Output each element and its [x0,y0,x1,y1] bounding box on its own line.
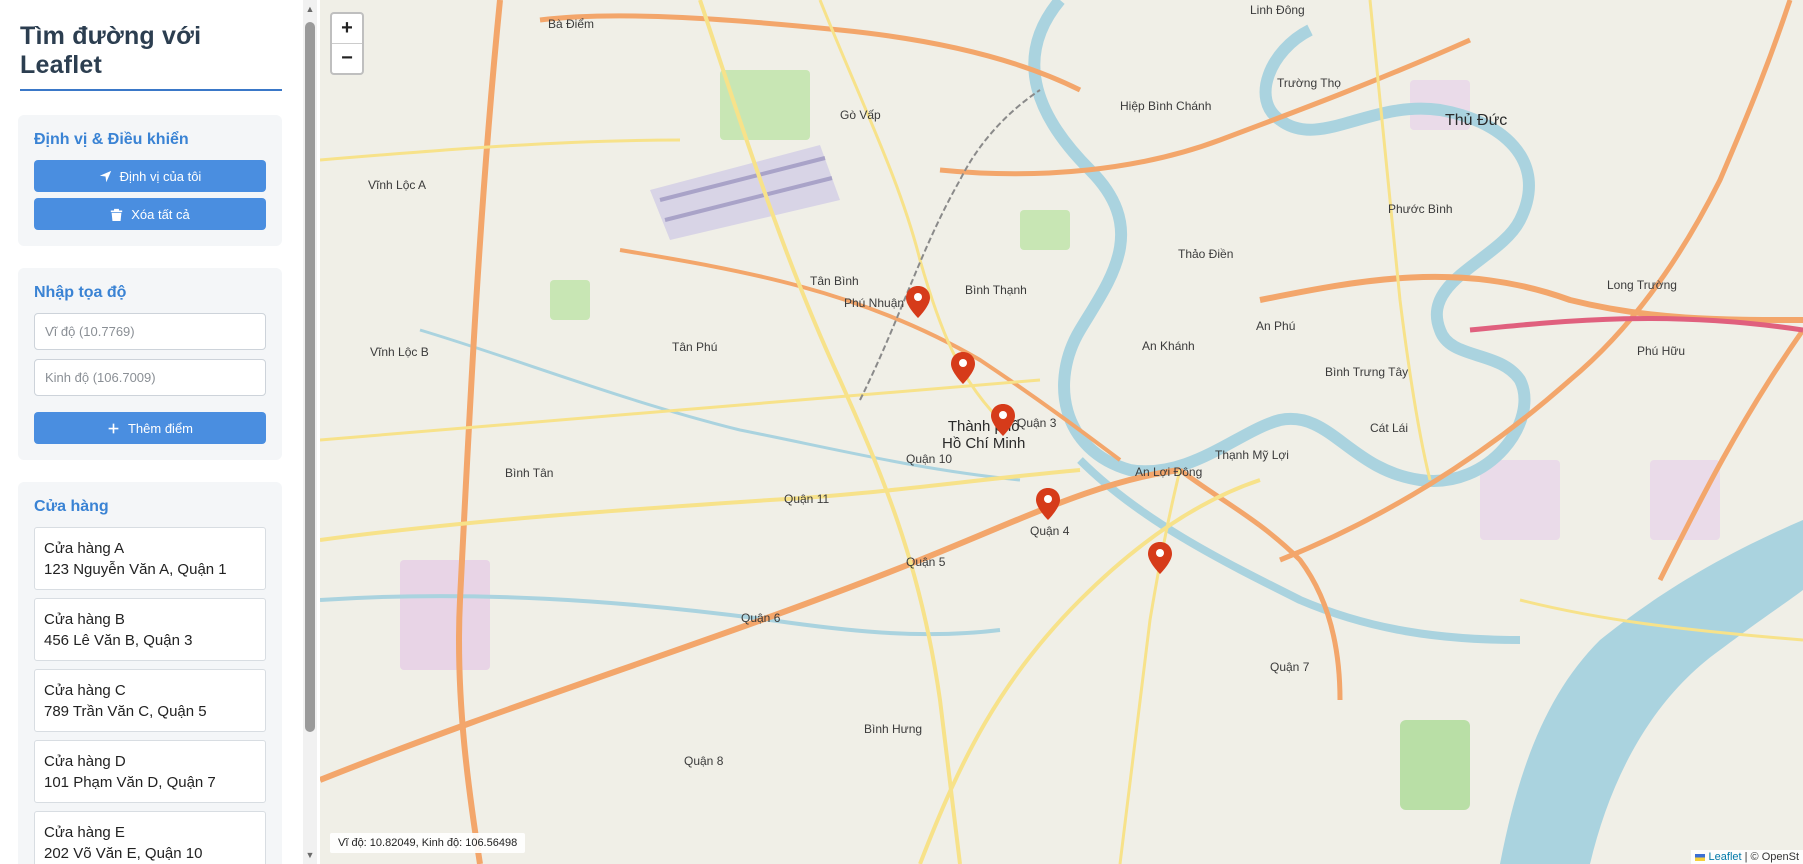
store-item[interactable]: Cửa hàng D 101 Phạm Văn D, Quận 7 [34,740,266,803]
store-name: Cửa hàng D [44,753,126,770]
store-name: Cửa hàng C [44,682,126,699]
add-point-button[interactable]: Thêm điểm [34,412,266,444]
coords-panel: Nhập tọa độ Thêm điểm [18,268,282,460]
map-tiles[interactable] [320,0,1803,864]
label-tan-phu: Tân Phú [672,340,718,354]
label-thu-duc: Thủ Đức [1445,112,1508,129]
map-container[interactable]: Thành phố Hồ Chí Minh Thủ Đức Bình Thạnh… [320,0,1803,864]
scroll-up-arrow-icon[interactable]: ▲ [305,4,315,14]
label-quan-5: Quận 5 [906,555,946,569]
store-address: 202 Võ Văn E, Quận 10 [44,845,203,862]
store-name: Cửa hàng E [44,824,125,841]
store-item[interactable]: Cửa hàng E 202 Võ Văn E, Quận 10 [34,811,266,864]
label-binh-hung: Bình Hưng [864,722,923,736]
store-address: 101 Phạm Văn D, Quận 7 [44,774,216,791]
label-phu-nhuan: Phú Nhuận [844,296,905,310]
stores-panel: Cửa hàng Cửa hàng A 123 Nguyễn Văn A, Qu… [18,482,282,864]
app-title: Tìm đường với Leaflet [20,22,282,91]
label-thanh-my-loi: Thạnh Mỹ Lợi [1215,448,1289,462]
longitude-input[interactable] [34,359,266,396]
store-item[interactable]: Cửa hàng B 456 Lê Văn B, Quận 3 [34,598,266,661]
label-an-khanh: An Khánh [1142,339,1195,353]
zoom-control: + − [330,12,364,75]
trash-icon [111,208,123,221]
locate-button-label: Định vị của tôi [119,168,202,184]
locate-button[interactable]: Định vị của tôi [34,160,266,192]
location-arrow-icon [99,170,111,182]
osm-attribution[interactable]: | © OpenSt [1742,851,1799,863]
label-linh-dong: Linh Đông [1250,3,1305,17]
zoom-in-button[interactable]: + [332,14,362,43]
sidebar-scrollbar-thumb[interactable] [305,22,315,732]
label-vinh-loc-a: Vĩnh Lộc A [368,178,427,192]
label-quan-10: Quận 10 [906,452,953,466]
label-go-vap: Gò Vấp [840,108,881,122]
store-address: 123 Nguyễn Văn A, Quận 1 [44,561,227,578]
latitude-input[interactable] [34,313,266,350]
label-binh-thanh: Bình Thạnh [965,283,1027,297]
label-quan-7: Quận 7 [1270,660,1310,674]
label-tan-binh: Tân Bình [810,274,859,288]
label-quan-6: Quận 6 [741,611,781,625]
coordinates-readout: Vĩ độ: 10.82049, Kinh độ: 106.56498 [330,833,526,853]
label-long-truong: Long Trường [1607,278,1677,292]
label-truong-tho: Trường Thọ [1277,76,1341,90]
controls-panel: Định vị & Điều khiển Định vị của tôi Xóa… [18,115,282,246]
stores-panel-title: Cửa hàng [34,498,109,515]
label-phu-huu: Phú Hữu [1637,344,1686,358]
label-quan-8: Quận 8 [684,754,724,768]
label-quan-3: Quận 3 [1017,416,1057,430]
store-item[interactable]: Cửa hàng C 789 Trần Văn C, Quận 5 [34,669,266,732]
label-quan-11: Quận 11 [784,492,830,506]
label-binh-tan: Bình Tân [505,466,554,480]
label-quan-4: Quận 4 [1030,524,1070,538]
label-hiep-binh-chanh: Hiệp Bình Chánh [1120,99,1212,113]
leaflet-link[interactable]: Leaflet [1709,851,1742,863]
store-name: Cửa hàng A [44,540,125,557]
label-ba-diem: Bà Điểm [548,17,595,31]
clear-all-button-label: Xóa tất cả [131,206,190,222]
label-cat-lai: Cát Lái [1370,421,1409,435]
store-address: 789 Trần Văn C, Quận 5 [44,703,207,720]
label-an-loi-dong: An Lợi Đông [1135,465,1203,479]
label-vinh-loc-b: Vĩnh Lộc B [370,345,429,359]
store-address: 456 Lê Văn B, Quận 3 [44,632,193,649]
label-hcmc-line2: Hồ Chí Minh [942,435,1026,452]
coords-panel-title: Nhập tọa độ [34,284,127,301]
add-point-button-label: Thêm điểm [127,420,194,436]
plus-icon [108,423,119,433]
map-marker-icon[interactable] [1036,488,1060,520]
store-item[interactable]: Cửa hàng A 123 Nguyễn Văn A, Quận 1 [34,527,266,590]
map-marker-icon[interactable] [991,404,1015,436]
label-binh-trung-tay: Bình Trưng Tây [1325,365,1409,379]
controls-panel-title: Định vị & Điều khiển [34,131,189,148]
store-name: Cửa hàng B [44,611,125,628]
sidebar: Tìm đường với Leaflet Định vị & Điều khi… [0,0,300,864]
scroll-down-arrow-icon[interactable]: ▼ [305,850,315,860]
map-attribution: Leaflet | © OpenSt [1691,850,1803,864]
map-marker-icon[interactable] [1148,542,1172,574]
label-phuoc-binh: Phước Bình [1388,202,1453,216]
label-thao-dien: Thảo Điền [1178,247,1234,261]
sidebar-content: Tìm đường với Leaflet Định vị & Điều khi… [18,18,282,864]
zoom-out-button[interactable]: − [332,43,362,73]
map-marker-icon[interactable] [951,352,975,384]
map-marker-icon[interactable] [906,286,930,318]
clear-all-button[interactable]: Xóa tất cả [34,198,266,230]
label-an-phu: An Phú [1256,319,1296,333]
app-root: Tìm đường với Leaflet Định vị & Điều khi… [0,0,1803,864]
ukraine-flag-icon [1695,853,1706,861]
